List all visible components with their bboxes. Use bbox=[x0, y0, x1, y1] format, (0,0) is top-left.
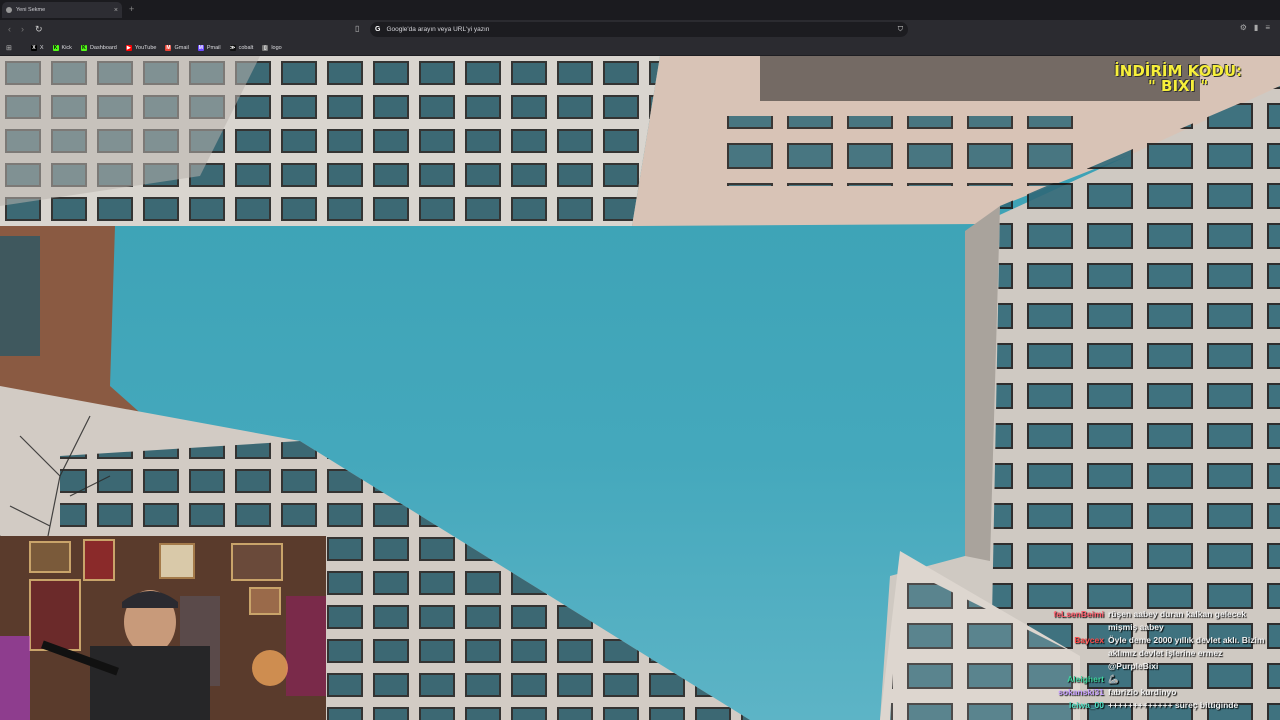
chat-text: rüşen aabey duran kalkan gelecek mişmiş … bbox=[1108, 609, 1246, 632]
bookmark-gmail[interactable]: M Gmail bbox=[165, 44, 189, 51]
extensions-icon[interactable]: ⚙ bbox=[1240, 23, 1247, 32]
chat-username: feLsenBeimi bbox=[1053, 609, 1104, 619]
chat-username: Aleighert bbox=[1067, 674, 1104, 684]
tab-close-icon[interactable]: × bbox=[114, 7, 118, 14]
bookmark-icon[interactable]: ▯ bbox=[355, 24, 359, 33]
chat-message: feLsenBeimi rüşen aabey duran kalkan gel… bbox=[1038, 608, 1274, 634]
chat-text: 🦾 bbox=[1108, 674, 1119, 684]
toolbar-right: ⚙ ▮ ≡ bbox=[1240, 23, 1270, 32]
stream-chat-overlay: feLsenBeimi rüşen aabey duran kalkan gel… bbox=[1038, 608, 1274, 712]
shield-icon[interactable]: ⛉ bbox=[898, 26, 903, 34]
bookmark-x[interactable]: XX bbox=[30, 44, 44, 51]
streamer-webcam bbox=[0, 536, 326, 720]
bookmark-youtube[interactable]: ▶ YouTube bbox=[125, 44, 157, 51]
tab-strip: Yeni Sekme × + bbox=[0, 0, 1280, 20]
google-icon: G bbox=[375, 26, 381, 33]
chat-username: leiwa_00 bbox=[1069, 700, 1104, 710]
address-bar[interactable]: G Google'da arayın veya URL'yi yazın ⛉ bbox=[370, 22, 908, 37]
chat-message: leiwa_00 +++++++++++++ süreç bittiğinde bbox=[1038, 699, 1274, 712]
promo-line-2: " BIXI " bbox=[1147, 77, 1209, 95]
pmail-icon: M bbox=[197, 44, 204, 51]
bookmark-cobalt[interactable]: ≫ cobalt bbox=[229, 44, 254, 51]
bookmark-pmail[interactable]: M Pmail bbox=[197, 44, 221, 51]
address-placeholder: Google'da arayın veya URL'yi yazın bbox=[386, 26, 490, 33]
kick-icon: K bbox=[52, 44, 59, 51]
chat-message: sokanski31 fabrizio kurdinyo bbox=[1038, 686, 1274, 699]
chat-text: fabrizio kurdinyo bbox=[1108, 687, 1177, 697]
chat-text: +++++++++++++ süreç bittiğinde bbox=[1108, 700, 1239, 710]
x-icon: X bbox=[30, 44, 37, 51]
cobalt-icon: ≫ bbox=[229, 44, 236, 51]
discount-code-overlay: İNDİRİM KODU: " BIXI " bbox=[1114, 64, 1242, 94]
bookmark-label: Pmail bbox=[206, 44, 221, 51]
chat-message: Baycex Öyle deme 2000 yıllık devlet aklı… bbox=[1038, 634, 1274, 673]
tab-title: Yeni Sekme bbox=[16, 7, 46, 13]
menu-icon[interactable]: ≡ bbox=[1265, 23, 1270, 32]
apps-grid-icon[interactable]: ⊞ bbox=[6, 44, 12, 52]
bookmark-label: Dashboard bbox=[89, 44, 117, 51]
bookmark-label: cobalt bbox=[238, 44, 254, 51]
gmail-icon: M bbox=[165, 44, 172, 51]
bookmark-label: Gmail bbox=[174, 44, 189, 51]
tab-favicon-icon bbox=[6, 7, 12, 13]
bookmark-kick[interactable]: K Kick bbox=[52, 44, 72, 51]
file-icon: ▯ bbox=[262, 44, 269, 51]
new-tab-button[interactable]: + bbox=[129, 4, 134, 14]
kick-icon: K bbox=[80, 44, 87, 51]
tab-new-tab[interactable]: Yeni Sekme × bbox=[2, 2, 122, 18]
bookmark-label: Kick bbox=[61, 44, 72, 51]
chat-username: sokanski31 bbox=[1058, 687, 1104, 697]
chat-username: Baycex bbox=[1074, 635, 1104, 645]
youtube-icon: ▶ bbox=[125, 44, 132, 51]
bookmark-label: X bbox=[39, 44, 44, 51]
bookmark-dashboard[interactable]: K Dashboard bbox=[80, 44, 117, 51]
bookmark-label: logo bbox=[271, 44, 282, 51]
bookmarks-bar: ⊞ XX K Kick K Dashboard ▶ YouTube M Gmail MP… bbox=[0, 40, 1280, 55]
reload-icon[interactable]: ↻ bbox=[35, 24, 43, 35]
chat-text: Öyle deme 2000 yıllık devlet aklı. Bizim… bbox=[1108, 635, 1265, 671]
webcam-feed bbox=[0, 536, 326, 720]
forward-icon[interactable]: › bbox=[21, 24, 24, 34]
chat-message: Aleighert 🦾 bbox=[1038, 673, 1274, 686]
sidebar-icon[interactable]: ▮ bbox=[1254, 23, 1258, 32]
bookmark-logo[interactable]: ▯ logo bbox=[262, 44, 282, 51]
bookmark-label: YouTube bbox=[134, 44, 157, 51]
back-icon[interactable]: ‹ bbox=[8, 24, 11, 34]
